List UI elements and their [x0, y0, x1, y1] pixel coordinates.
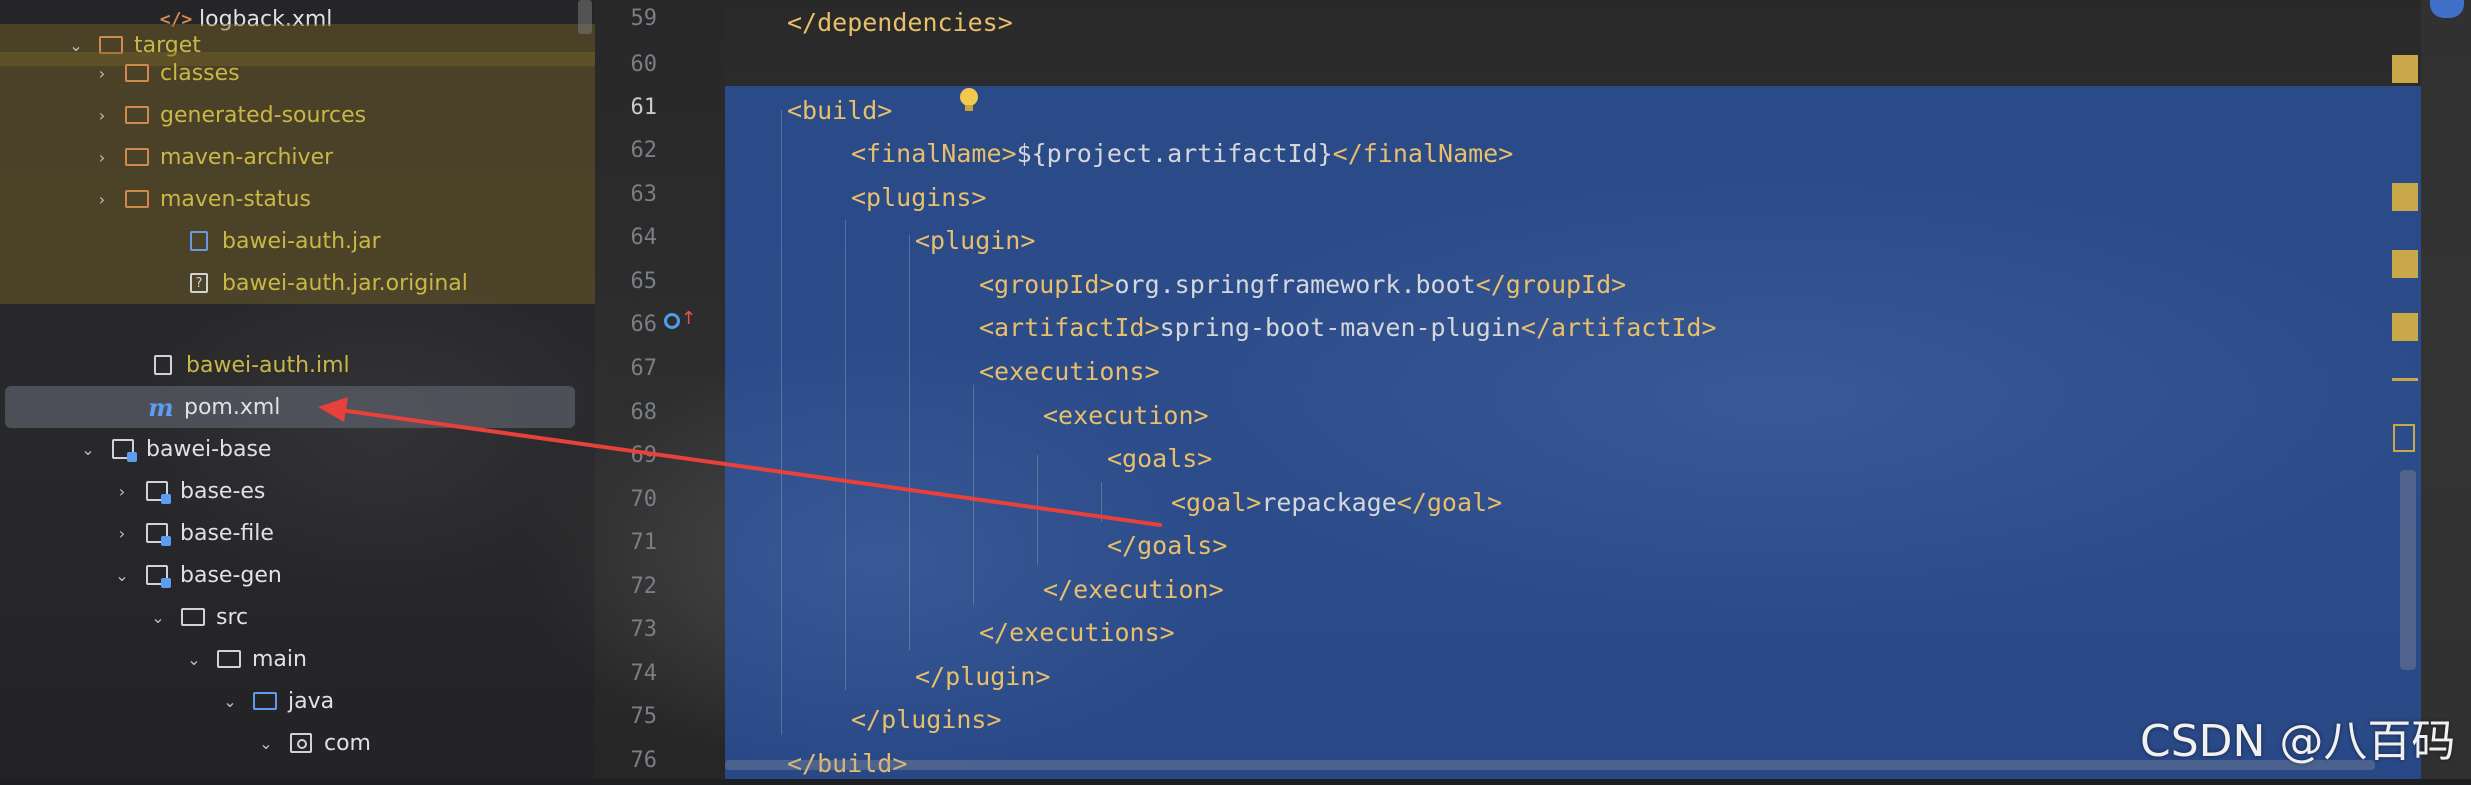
line-number: 76 — [630, 748, 658, 773]
tree-item-maven-archiver[interactable]: › maven-archiver — [0, 136, 595, 178]
maven-icon: m — [148, 392, 174, 422]
stripe-marker[interactable] — [2393, 424, 2415, 452]
tree-item-classes[interactable]: › classes — [0, 52, 595, 94]
module-icon — [144, 522, 171, 546]
tree-scrollbar[interactable] — [578, 0, 592, 34]
stripe-marker[interactable] — [2392, 378, 2418, 381]
module-icon — [144, 564, 171, 588]
code-line: </executions> — [979, 618, 1175, 647]
code-line: </execution> — [1043, 575, 1224, 604]
tree-item-base-es[interactable]: › base-es — [0, 470, 595, 512]
chevron-down-icon[interactable]: ⌄ — [220, 691, 240, 711]
chevron-right-icon[interactable]: › — [112, 523, 132, 543]
tree-item-generated-sources[interactable]: › generated-sources — [0, 94, 595, 136]
error-stripe — [2421, 0, 2471, 779]
folder-icon — [124, 146, 150, 168]
chevron-down-icon[interactable]: ⌄ — [78, 439, 98, 459]
tree-item-bawei-base[interactable]: ⌄ bawei-base — [0, 428, 595, 470]
line-number: 67 — [630, 356, 658, 381]
code-line: <plugin> — [915, 226, 1036, 255]
arrow-up-icon: ↑ — [681, 308, 697, 329]
folder-icon — [124, 62, 150, 84]
chevron-right-icon[interactable]: › — [92, 63, 112, 83]
chevron-down-icon[interactable]: ⌄ — [112, 565, 132, 585]
indent-guide — [845, 220, 846, 690]
line-number: 68 — [630, 400, 658, 425]
line-number: 64 — [630, 225, 658, 250]
code-line: <executions> — [979, 357, 1160, 386]
indent-guide — [909, 235, 910, 650]
line-number: 59 — [630, 6, 658, 31]
tree-item-bawei-auth-jar-original[interactable]: ? bawei-auth.jar.original — [0, 262, 595, 304]
line-number: 65 — [630, 269, 658, 294]
indent-guide — [781, 110, 782, 735]
indent-guide — [973, 385, 974, 605]
lightbulb-icon[interactable] — [960, 88, 978, 111]
line-number: 70 — [630, 487, 658, 512]
folder-icon — [216, 648, 242, 670]
line-number: 71 — [630, 530, 658, 555]
watermark: CSDN @八百码 — [2140, 716, 2456, 767]
tree-item-base-file[interactable]: › base-file — [0, 512, 595, 554]
tree-item-com[interactable]: ⌄ com — [0, 722, 595, 764]
stripe-marker[interactable] — [2392, 313, 2418, 341]
tree-item-bawei-auth-iml[interactable]: bawei-auth.iml — [0, 344, 595, 386]
line-number: 63 — [630, 182, 658, 207]
folder-icon — [124, 188, 150, 210]
override-method-icon[interactable] — [664, 313, 680, 329]
code-line: </goals> — [1107, 531, 1228, 560]
stripe-marker[interactable] — [2392, 55, 2418, 83]
folder-icon — [180, 606, 206, 628]
tree-item-java[interactable]: ⌄ java — [0, 680, 595, 722]
iml-file-icon — [150, 354, 176, 376]
unknown-file-icon: ? — [186, 272, 212, 294]
source-folder-icon — [252, 690, 278, 712]
code-line: <goal>repackage</goal> — [1171, 488, 1503, 517]
chevron-right-icon[interactable]: › — [92, 105, 112, 125]
editor-vertical-scrollbar[interactable] — [2400, 470, 2416, 670]
tree-item-base-gen[interactable]: ⌄ base-gen — [0, 554, 595, 596]
code-line: </plugins> — [851, 705, 1002, 734]
tree-item-pom-xml[interactable]: m pom.xml — [5, 386, 575, 428]
tree-item-bawei-auth-jar[interactable]: bawei-auth.jar — [0, 220, 595, 262]
chevron-down-icon[interactable]: ⌄ — [184, 649, 204, 669]
folder-icon — [124, 104, 150, 126]
code-line: <artifactId>spring-boot-maven-plugin</ar… — [979, 313, 1717, 342]
chevron-down-icon[interactable]: ⌄ — [148, 607, 168, 627]
chevron-right-icon[interactable]: › — [112, 481, 132, 501]
line-number: 73 — [630, 617, 658, 642]
project-tree: </> logback.xml ⌄ target › classes › gen… — [0, 0, 595, 779]
line-number: 62 — [630, 138, 658, 163]
jar-file-icon — [186, 230, 212, 252]
code-line: <goals> — [1107, 444, 1213, 473]
code-line: <execution> — [1043, 401, 1209, 430]
line-number: 66 — [630, 312, 658, 337]
stripe-marker[interactable] — [2392, 183, 2418, 211]
line-number: 60 — [630, 52, 658, 77]
indent-guide — [1037, 455, 1038, 565]
line-number: 69 — [630, 443, 658, 468]
line-number: 74 — [630, 661, 658, 686]
code-line: </dependencies> — [787, 8, 1013, 37]
tree-item-src[interactable]: ⌄ src — [0, 596, 595, 638]
package-icon — [288, 732, 314, 754]
chevron-right-icon[interactable]: › — [92, 147, 112, 167]
tree-item-maven-status[interactable]: › maven-status — [0, 178, 595, 220]
line-number: 72 — [630, 574, 658, 599]
chevron-right-icon[interactable]: › — [92, 189, 112, 209]
indent-guide — [1101, 482, 1102, 522]
code-line: </plugin> — [915, 662, 1051, 691]
module-icon — [110, 438, 137, 462]
tree-item-main[interactable]: ⌄ main — [0, 638, 595, 680]
code-line: <plugins> — [851, 183, 987, 212]
editor-horizontal-scrollbar[interactable] — [725, 760, 2375, 770]
code-line: <groupId>org.springframework.boot</group… — [979, 270, 1627, 299]
code-line: <finalName>${project.artifactId}</finalN… — [851, 139, 1514, 168]
chevron-down-icon[interactable]: ⌄ — [256, 733, 276, 753]
line-number: 61 — [630, 95, 658, 120]
stripe-marker[interactable] — [2392, 250, 2418, 278]
line-number: 75 — [630, 704, 658, 729]
module-icon — [144, 480, 171, 504]
code-line: <build> — [787, 96, 893, 125]
